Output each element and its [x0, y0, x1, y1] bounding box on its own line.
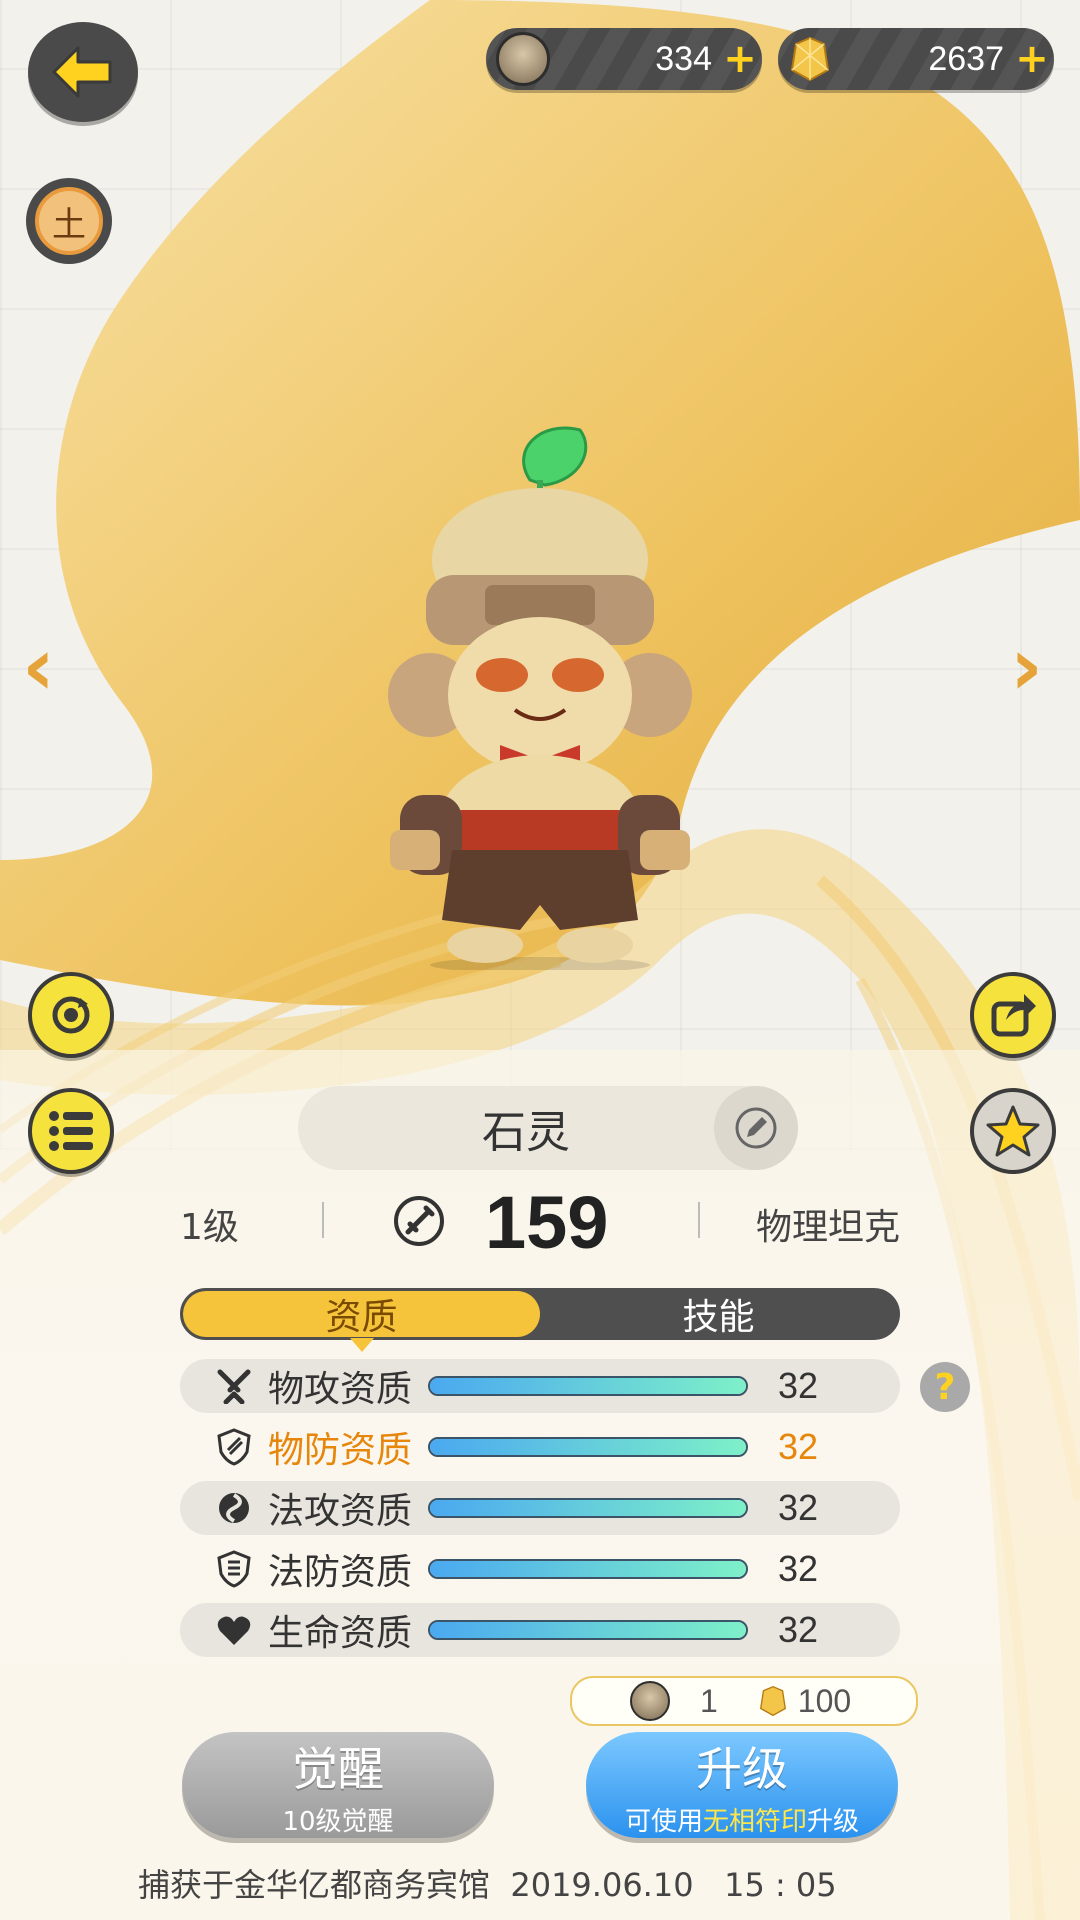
next-pet-arrow[interactable]: ›	[1010, 620, 1043, 713]
gem-icon	[759, 1685, 786, 1717]
attribute-bar	[428, 1437, 748, 1457]
attribute-row: 物攻资质 32	[180, 1359, 900, 1413]
details-list-button[interactable]	[28, 1088, 114, 1174]
upgrade-cost: 1 100	[570, 1676, 918, 1726]
attribute-row: 法防资质 32	[180, 1542, 900, 1596]
divider	[322, 1202, 324, 1238]
aptitude-help-button[interactable]: ?	[920, 1362, 970, 1412]
element-badge[interactable]: 土	[26, 178, 112, 264]
gem-icon	[790, 36, 830, 82]
list-icon	[49, 1111, 93, 1151]
attribute-bar-fill	[430, 1378, 746, 1394]
back-button[interactable]	[28, 22, 138, 122]
attribute-value: 32	[777, 1426, 819, 1467]
capture-info: 捕获于金华亿都商务宾馆 2019.06.10 15 : 05	[138, 1866, 837, 1904]
attribute-bar	[428, 1620, 748, 1640]
back-arrow-icon	[52, 46, 112, 98]
favorite-button[interactable]	[970, 1088, 1056, 1174]
attribute-label: 生命资质	[268, 1613, 413, 1654]
element-label: 土	[52, 204, 86, 245]
share-button[interactable]	[970, 972, 1056, 1058]
upgrade-sublabel: 可使用无相符印升级	[625, 1801, 859, 1838]
attribute-tabs: 资质 技能	[180, 1288, 900, 1340]
rename-button[interactable]	[714, 1086, 798, 1170]
attribute-label: 物攻资质	[268, 1369, 413, 1410]
coin-value: 334	[655, 39, 712, 78]
pet-stats-row: 1级 159 物理坦克	[180, 1180, 900, 1264]
attribute-bar-fill	[430, 1561, 746, 1577]
awaken-button[interactable]: 觉醒 10级觉醒	[182, 1732, 494, 1838]
attribute-label: 法防资质	[268, 1552, 413, 1593]
attribute-bar	[428, 1498, 748, 1518]
tab-pointer	[350, 1338, 374, 1352]
attribute-value: 32	[777, 1365, 819, 1406]
rotate-icon	[52, 996, 90, 1034]
divider	[698, 1202, 700, 1238]
pencil-icon	[735, 1107, 777, 1149]
combat-power-icon	[394, 1196, 444, 1246]
attribute-value: 32	[777, 1548, 819, 1589]
pet-name: 石灵	[482, 1107, 570, 1158]
coin-counter: 334 +	[486, 28, 762, 90]
pet-level: 1级	[180, 1207, 239, 1248]
awaken-sublabel: 10级觉醒	[282, 1806, 394, 1837]
gem-counter: 2637 +	[778, 28, 1054, 90]
heart-icon	[214, 1610, 254, 1650]
combat-power: 159	[485, 1181, 609, 1264]
swords-icon	[214, 1366, 254, 1406]
magic-shield-icon	[214, 1549, 254, 1589]
add-coins-button[interactable]: +	[718, 36, 762, 82]
attribute-value: 32	[777, 1609, 819, 1650]
prev-pet-arrow[interactable]: ‹	[22, 620, 55, 713]
coin-avatar-icon	[630, 1681, 670, 1721]
attribute-value: 32	[777, 1487, 819, 1528]
pet-name-bar: 石灵	[298, 1086, 798, 1170]
shield-icon	[214, 1427, 254, 1467]
attribute-bar-fill	[430, 1439, 746, 1455]
gem-value: 2637	[928, 39, 1004, 78]
tab-skills[interactable]: 技能	[540, 1291, 897, 1337]
attribute-row: 法攻资质 32	[180, 1481, 900, 1535]
upgrade-sub-suffix: 升级	[807, 1806, 860, 1837]
share-icon	[991, 994, 1036, 1037]
attribute-label: 法攻资质	[268, 1491, 413, 1532]
upgrade-button[interactable]: 升级 可使用无相符印升级	[586, 1732, 898, 1838]
attribute-bar-fill	[430, 1622, 746, 1638]
upgrade-sub-item: 无相符印	[702, 1806, 807, 1837]
awaken-label: 觉醒	[292, 1741, 384, 1796]
star-icon	[986, 1105, 1040, 1157]
pet-character	[388, 426, 692, 970]
cost-coins: 1	[700, 1682, 718, 1719]
attribute-bar	[428, 1376, 748, 1396]
coin-avatar-icon	[496, 32, 550, 86]
upgrade-label: 升级	[696, 1741, 788, 1796]
upgrade-sub-prefix: 可使用	[624, 1806, 703, 1837]
tab-aptitude[interactable]: 资质	[183, 1291, 540, 1337]
attribute-bar	[428, 1559, 748, 1579]
cost-gems: 100	[797, 1682, 852, 1719]
rotate-pet-button[interactable]	[28, 972, 114, 1058]
pet-role: 物理坦克	[755, 1207, 900, 1248]
attribute-bar-fill	[430, 1500, 746, 1516]
element-badge-inner: 土	[35, 187, 103, 255]
attribute-label: 物防资质	[268, 1430, 413, 1471]
attribute-row: 物防资质 32	[180, 1420, 900, 1474]
attribute-row: 生命资质 32	[180, 1603, 900, 1657]
swirl-icon	[214, 1488, 254, 1528]
add-gems-button[interactable]: +	[1010, 36, 1054, 82]
